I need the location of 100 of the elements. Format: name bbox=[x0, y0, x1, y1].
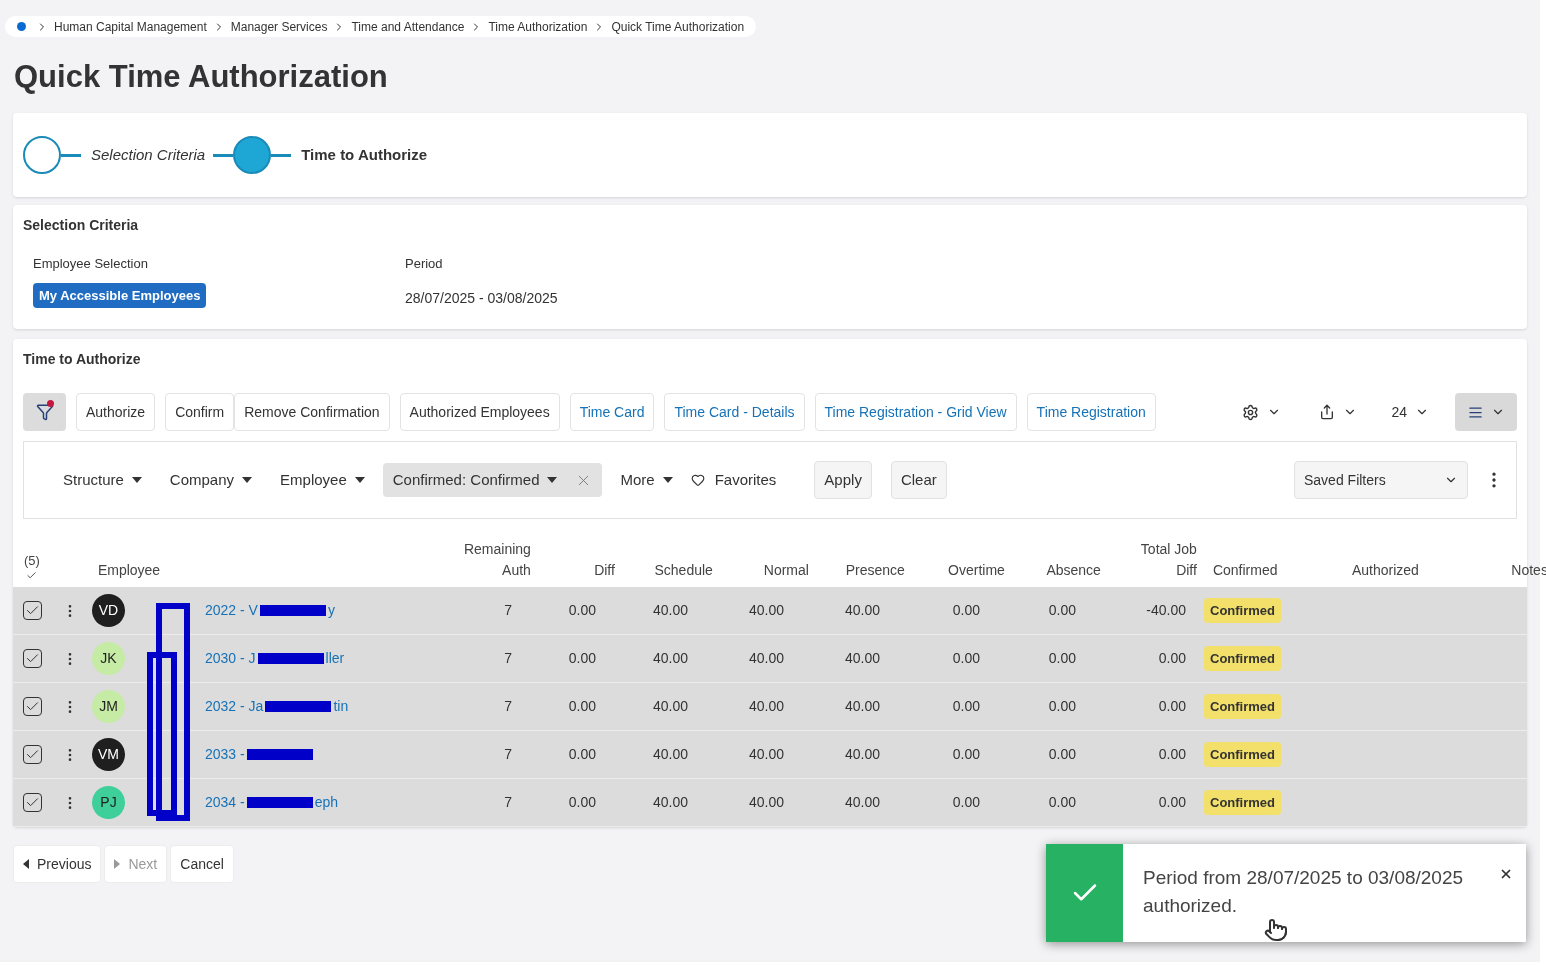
home-icon[interactable] bbox=[17, 22, 26, 31]
view-mode-button[interactable] bbox=[1455, 393, 1517, 431]
table-cell-text: 0.00 bbox=[1047, 697, 1076, 716]
footer-button[interactable]: Previous bbox=[13, 845, 102, 883]
breadcrumb-link[interactable]: Manager Services bbox=[230, 17, 328, 36]
toolbar-button[interactable]: Time Registration bbox=[1026, 393, 1156, 431]
clear-button[interactable]: Clear bbox=[890, 461, 947, 499]
table-cell-text: 0.00 bbox=[1157, 649, 1186, 668]
caret-icon bbox=[114, 859, 121, 869]
column-header[interactable]: Remaining Auth bbox=[301, 539, 531, 581]
table-row[interactable]: PJ 2034 - eph 7 0.00 40.00 40.00 40.00 0.00 0.00 0.00 Confirmed bbox=[13, 779, 1527, 827]
breadcrumb-link[interactable]: Time Authorization bbox=[488, 17, 588, 36]
column-header[interactable]: Authorized bbox=[1308, 560, 1419, 581]
column-header[interactable]: Diff bbox=[530, 560, 615, 581]
redaction-bar bbox=[265, 701, 332, 712]
row-checkbox[interactable] bbox=[23, 745, 42, 764]
section-heading: Selection Criteria bbox=[23, 216, 140, 235]
close-icon[interactable] bbox=[1499, 867, 1513, 881]
employee-link[interactable]: 2033 - bbox=[205, 744, 245, 765]
employee-link[interactable]: 2022 - V bbox=[205, 600, 258, 621]
table-cell-text: 40.00 bbox=[651, 745, 688, 764]
toolbar-button[interactable]: Time Registration - Grid View bbox=[814, 393, 1017, 431]
table-row[interactable]: VD 2022 - V y 7 0.00 40.00 40.00 40.00 0.00 0.00 -40.00 Confirmed bbox=[13, 587, 1527, 635]
column-header[interactable]: Presence bbox=[808, 560, 905, 581]
table-cell-text: 7 bbox=[503, 601, 512, 620]
table-cell-text: 40.00 bbox=[747, 793, 784, 812]
toolbar-button[interactable]: Authorized Employees bbox=[399, 393, 560, 431]
table-cell-text: 0.00 bbox=[567, 601, 596, 620]
employee-link[interactable]: ller bbox=[325, 648, 345, 669]
footer-button[interactable]: Cancel bbox=[170, 845, 234, 883]
list-icon bbox=[1467, 404, 1483, 420]
column-header[interactable]: Schedule bbox=[614, 560, 713, 581]
toolbar-button[interactable]: Time Card - Details bbox=[664, 393, 805, 431]
table-cell-text: 40.00 bbox=[747, 649, 784, 668]
employee-link[interactable]: 2032 - Ja bbox=[205, 696, 264, 717]
table-cell-text: 0.00 bbox=[567, 745, 596, 764]
redaction-bar bbox=[257, 653, 324, 664]
favorites-button[interactable]: Favorites bbox=[690, 468, 777, 492]
filter-dropdown[interactable]: More bbox=[610, 463, 683, 497]
export-icon bbox=[1319, 404, 1336, 420]
step-connector bbox=[271, 153, 292, 157]
toolbar-button[interactable]: Time Card bbox=[569, 393, 655, 431]
row-checkbox[interactable] bbox=[23, 601, 42, 620]
redaction-bar bbox=[246, 797, 313, 808]
step-label: Selection Criteria bbox=[91, 144, 206, 165]
table-cell-text: 0.00 bbox=[1047, 601, 1076, 620]
status-badge: Confirmed bbox=[1204, 741, 1281, 768]
column-header[interactable]: Total Job Diff bbox=[1100, 539, 1197, 581]
status-badge: Confirmed bbox=[1204, 693, 1281, 720]
table-row[interactable]: VM 2033 - 7 0.00 40.00 40.00 40.00 0.00 0.00 0.00 Confirmed bbox=[13, 731, 1527, 779]
toolbar-button[interactable]: Authorize bbox=[76, 393, 156, 431]
caret-icon bbox=[242, 477, 253, 483]
employee-link[interactable]: tin bbox=[333, 696, 349, 717]
caret-icon bbox=[23, 859, 29, 869]
filter-dropdown[interactable]: Structure bbox=[53, 463, 152, 497]
selection-chip[interactable]: My Accessible Employees bbox=[33, 282, 207, 308]
page-size-dropdown[interactable]: 24 bbox=[1383, 401, 1437, 423]
table-cell-text: 0.00 bbox=[951, 697, 980, 716]
step-connector bbox=[213, 153, 234, 157]
table-cell-text: 0.00 bbox=[567, 697, 596, 716]
toolbar-button[interactable]: Confirm bbox=[165, 393, 235, 431]
table-row[interactable]: JM 2032 - Ja tin 7 0.00 40.00 40.00 40.00 0.00 0.00 0.00 Confirmed bbox=[13, 683, 1527, 731]
column-header[interactable]: Normal bbox=[712, 560, 809, 581]
employee-avatar: VM bbox=[92, 738, 125, 771]
employee-avatar: VD bbox=[92, 594, 125, 627]
saved-filters-dropdown[interactable]: Saved Filters bbox=[1294, 461, 1468, 499]
employee-link[interactable]: eph bbox=[314, 792, 339, 813]
table-cell-text: 7 bbox=[503, 793, 512, 812]
table-cell-text: 0.00 bbox=[1157, 697, 1186, 716]
table-cell-text: 0.00 bbox=[1047, 745, 1076, 764]
employee-link[interactable]: 2034 - bbox=[205, 792, 245, 813]
hand-cursor-icon bbox=[1264, 918, 1288, 942]
filter-dropdown[interactable]: Company bbox=[159, 463, 263, 497]
step-connector bbox=[61, 153, 81, 157]
table-cell-text: 0.00 bbox=[951, 745, 980, 764]
employee-avatar: JK bbox=[92, 642, 125, 675]
breadcrumb-link[interactable]: Time and Attendance bbox=[351, 17, 465, 36]
employee-avatar: JM bbox=[92, 690, 125, 723]
caret-icon bbox=[131, 477, 142, 483]
filter-dropdown[interactable]: Confirmed: Confirmed bbox=[382, 463, 603, 497]
row-checkbox[interactable] bbox=[23, 649, 42, 668]
breadcrumb-link[interactable]: Human Capital Management bbox=[54, 17, 207, 36]
settings-icon bbox=[1242, 403, 1260, 421]
table-cell-text: 40.00 bbox=[843, 793, 880, 812]
employee-link[interactable]: 2030 - J bbox=[205, 648, 256, 669]
table-row[interactable]: JK 2030 - J ller 7 0.00 40.00 40.00 40.00 0.00 0.00 0.00 Confirmed bbox=[13, 635, 1527, 683]
column-header[interactable]: Absence bbox=[1004, 560, 1101, 581]
breadcrumb-link[interactable]: Quick Time Authorization bbox=[611, 17, 745, 36]
filter-toggle-button[interactable] bbox=[23, 393, 66, 431]
employee-link[interactable]: y bbox=[327, 600, 335, 621]
row-checkbox[interactable] bbox=[23, 697, 42, 716]
apply-button[interactable]: Apply bbox=[814, 461, 872, 499]
column-header[interactable]: Confirmed bbox=[1196, 560, 1309, 581]
table-cell-text: 0.00 bbox=[951, 649, 980, 668]
toolbar-button[interactable]: Remove Confirmation bbox=[234, 393, 390, 431]
filter-dropdown[interactable]: Employee bbox=[270, 463, 375, 497]
heart-icon bbox=[690, 473, 705, 487]
column-header[interactable]: Overtime bbox=[904, 560, 1005, 581]
row-checkbox[interactable] bbox=[23, 793, 42, 812]
caret-icon bbox=[547, 477, 558, 483]
